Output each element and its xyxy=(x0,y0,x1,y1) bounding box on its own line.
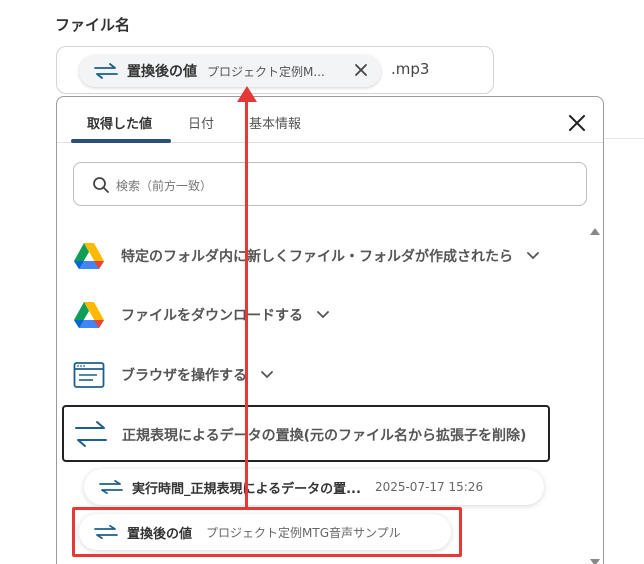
scroll-down-arrow-icon[interactable] xyxy=(590,559,600,564)
tab-basic-info[interactable]: 基本情報 xyxy=(249,113,301,132)
google-drive-icon xyxy=(74,302,104,328)
list-item-label: 特定のフォルダ内に新しくファイル・フォルダが作成されたら xyxy=(121,249,513,265)
list-item-trigger-new-file[interactable]: 特定のフォルダ内に新しくファイル・フォルダが作成されたら xyxy=(73,236,539,276)
annotation-arrow-line xyxy=(245,100,248,508)
swap-arrows-icon xyxy=(99,480,123,494)
list-item-label: ファイルをダウンロードする xyxy=(121,308,303,324)
chevron-down-icon[interactable] xyxy=(527,252,539,260)
chevron-down-icon[interactable] xyxy=(261,371,273,379)
tab-bar: 取得した値 日付 基本情報 xyxy=(57,97,603,143)
filename-suffix: .mp3 xyxy=(391,60,430,78)
list-item-download-file[interactable]: ファイルをダウンロードする xyxy=(73,295,329,335)
annotation-arrow-head xyxy=(237,86,257,102)
chip-remove-icon[interactable] xyxy=(353,62,369,78)
search-placeholder: 検索（前方一致） xyxy=(116,179,213,193)
chip-label: 置換後の値 xyxy=(127,64,197,80)
close-icon[interactable] xyxy=(567,113,587,133)
tab-date[interactable]: 日付 xyxy=(188,113,214,132)
app-root: ファイル名 置換後の値 プロジェクト定例M... .mp3 取得した値 日付 基… xyxy=(0,0,644,564)
chevron-down-icon[interactable] xyxy=(317,311,329,319)
list-item-regex-replace[interactable]: 正規表現によるデータの置換(元のファイル名から拡張子を削除) xyxy=(62,405,550,462)
swap-arrows-icon xyxy=(94,63,118,79)
list-item-label: ブラウザを操作する xyxy=(121,368,247,384)
filename-field[interactable]: 置換後の値 プロジェクト定例M... .mp3 xyxy=(56,46,494,94)
chip-value: プロジェクト定例M... xyxy=(207,64,325,79)
scrollbar[interactable] xyxy=(583,225,599,564)
filename-field-label: ファイル名 xyxy=(55,16,131,34)
active-tab-indicator xyxy=(71,139,171,143)
value-chip[interactable]: 置換後の値 プロジェクト定例M... xyxy=(79,55,381,87)
scroll-up-arrow-icon[interactable] xyxy=(590,228,600,235)
sub-item-value: 2025-07-17 15:26 xyxy=(374,480,484,494)
background-divider xyxy=(604,138,644,139)
list-item-label: 正規表現によるデータの置換(元のファイル名から拡張子を削除) xyxy=(122,428,527,444)
sub-item-execution-time[interactable]: 実行時間_正規表現によるデータの置... 2025-07-17 15:26 xyxy=(84,469,544,505)
value-picker-panel: 取得した値 日付 基本情報 検索（前方一致） 特定のフォルダ内に新しくファイル・… xyxy=(56,96,604,564)
list-item-browser-operation[interactable]: ブラウザを操作する xyxy=(73,355,273,395)
google-drive-icon xyxy=(74,243,104,269)
annotation-highlight-box xyxy=(72,507,462,557)
browser-window-icon xyxy=(73,362,105,388)
swap-arrows-icon xyxy=(75,421,107,447)
tab-retrieved-values[interactable]: 取得した値 xyxy=(87,113,152,132)
search-icon xyxy=(93,177,109,193)
search-input[interactable]: 検索（前方一致） xyxy=(73,162,587,206)
